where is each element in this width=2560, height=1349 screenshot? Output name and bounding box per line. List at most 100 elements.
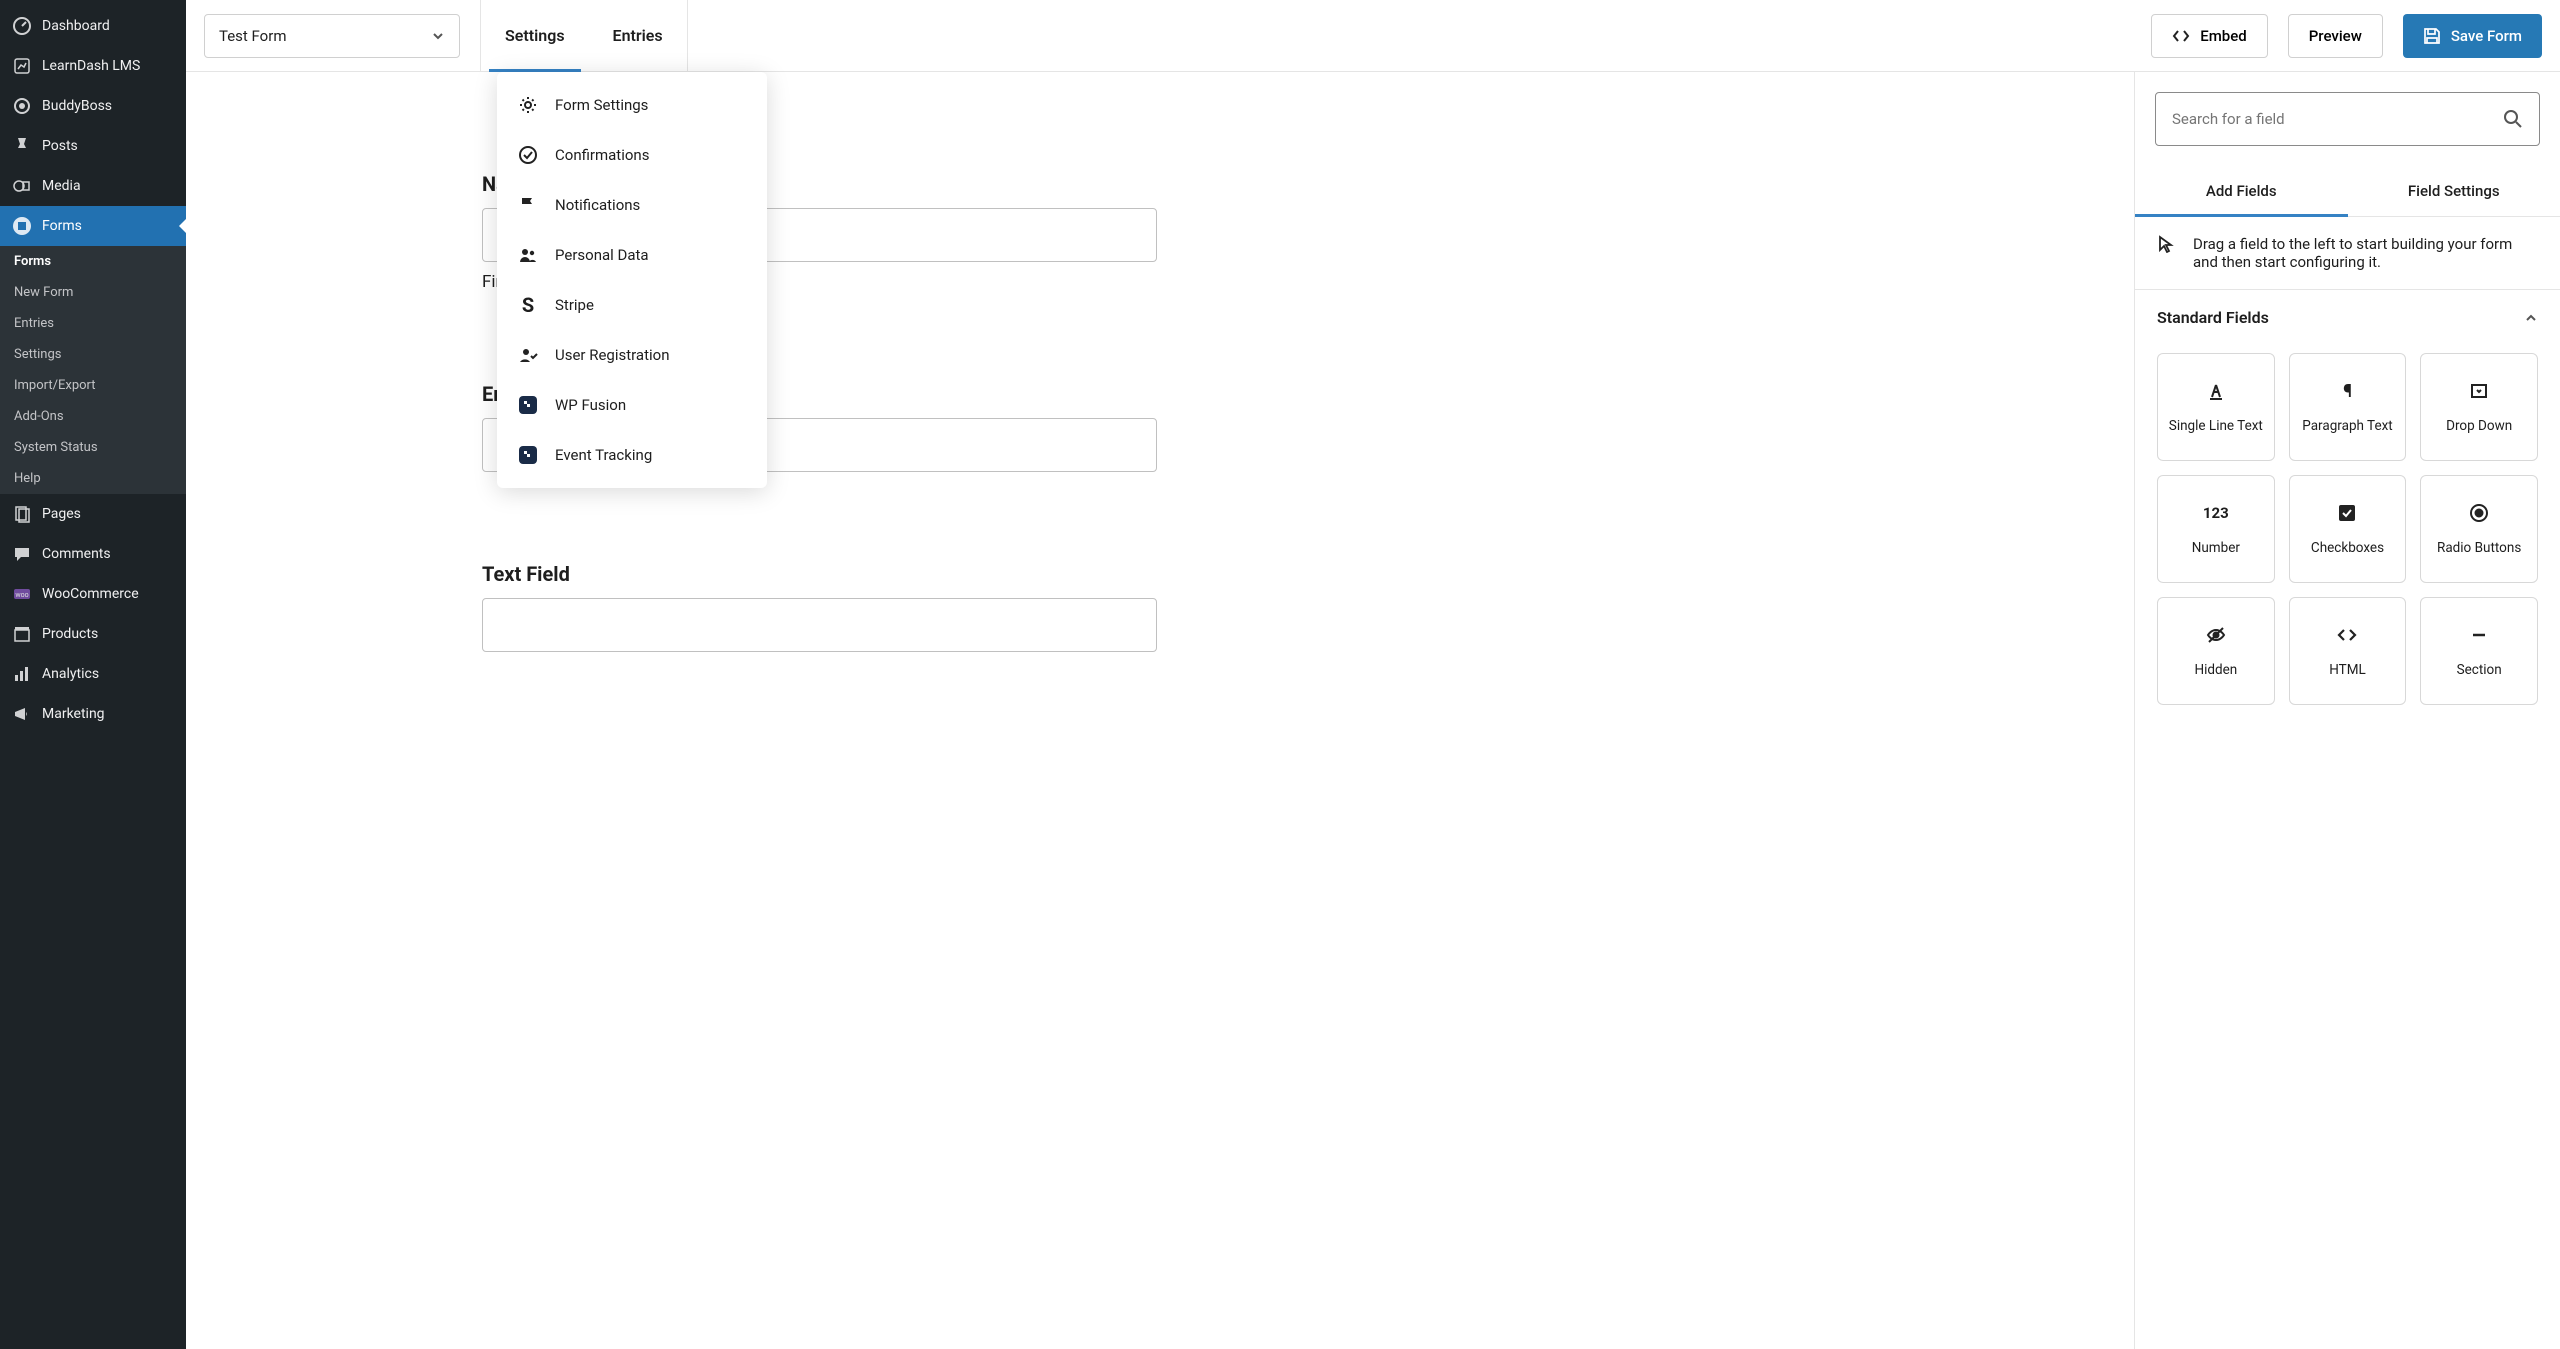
tile-radio-buttons[interactable]: Radio Buttons: [2420, 475, 2538, 583]
submenu-addons[interactable]: Add-Ons: [0, 401, 186, 432]
tile-label: Single Line Text: [2169, 418, 2263, 434]
pin-icon: [12, 136, 32, 156]
marketing-icon: [12, 704, 32, 724]
topbar: Test Form Settings Entries Embed Preview…: [186, 0, 2560, 72]
tile-drop-down[interactable]: Drop Down: [2420, 353, 2538, 461]
tab-entries[interactable]: Entries: [589, 0, 687, 72]
text-input[interactable]: [482, 598, 1157, 652]
dd-personal-data[interactable]: Personal Data: [497, 230, 767, 280]
save-form-button[interactable]: Save Form: [2403, 14, 2542, 58]
dd-label: User Registration: [555, 346, 670, 364]
tab-add-fields[interactable]: Add Fields: [2135, 166, 2348, 216]
tab-field-settings[interactable]: Field Settings: [2348, 166, 2560, 216]
editor-tabs: Settings Entries: [480, 0, 688, 72]
tab-settings[interactable]: Settings: [481, 0, 589, 72]
tile-label: Drop Down: [2446, 418, 2512, 434]
submenu-system-status[interactable]: System Status: [0, 432, 186, 463]
forms-icon: [12, 216, 32, 236]
field-text[interactable]: Text Field: [482, 562, 2074, 652]
submenu-entries[interactable]: Entries: [0, 308, 186, 339]
dashboard-icon: [12, 16, 32, 36]
number-icon: 123: [2205, 502, 2227, 524]
tile-hidden[interactable]: Hidden: [2157, 597, 2275, 705]
sidebar-item-buddyboss[interactable]: BuddyBoss: [0, 86, 186, 126]
sidebar-label: Marketing: [42, 706, 105, 722]
sidebar-item-learndash[interactable]: LearnDash LMS: [0, 46, 186, 86]
chevron-down-icon: [431, 29, 445, 43]
hidden-icon: [2205, 624, 2227, 646]
sidebar-item-analytics[interactable]: Analytics: [0, 654, 186, 694]
sidebar-label: BuddyBoss: [42, 98, 112, 114]
sidebar-item-dashboard[interactable]: Dashboard: [0, 6, 186, 46]
save-icon: [2423, 27, 2441, 45]
stripe-icon: S: [517, 294, 539, 316]
embed-label: Embed: [2200, 27, 2246, 45]
buddyboss-icon: [12, 96, 32, 116]
sidebar-item-products[interactable]: Products: [0, 614, 186, 654]
check-circle-icon: [517, 144, 539, 166]
embed-button[interactable]: Embed: [2151, 14, 2267, 58]
paragraph-icon: ¶: [2336, 380, 2358, 402]
dd-label: Stripe: [555, 296, 594, 314]
tile-checkboxes[interactable]: Checkboxes: [2289, 475, 2407, 583]
sidebar-label: WooCommerce: [42, 586, 139, 602]
preview-button[interactable]: Preview: [2288, 14, 2383, 58]
tile-label: Paragraph Text: [2302, 418, 2392, 434]
form-selector[interactable]: Test Form: [204, 14, 460, 58]
gear-icon: [517, 94, 539, 116]
text-icon: [2205, 380, 2227, 402]
preview-label: Preview: [2309, 27, 2362, 45]
search-input[interactable]: [2172, 110, 2493, 128]
field-grid: Single Line Text ¶ Paragraph Text Drop D…: [2135, 345, 2560, 727]
dd-event-tracking[interactable]: Event Tracking: [497, 430, 767, 480]
dd-confirmations[interactable]: Confirmations: [497, 130, 767, 180]
submenu-help[interactable]: Help: [0, 463, 186, 494]
learndash-icon: [12, 56, 32, 76]
pages-icon: [12, 504, 32, 524]
sidebar-item-woocommerce[interactable]: woo WooCommerce: [0, 574, 186, 614]
dd-label: Notifications: [555, 196, 640, 214]
sidebar-item-forms[interactable]: Forms: [0, 206, 186, 246]
sidebar-label: LearnDash LMS: [42, 58, 140, 74]
dd-stripe[interactable]: S Stripe: [497, 280, 767, 330]
sidebar-item-comments[interactable]: Comments: [0, 534, 186, 574]
submenu-new-form[interactable]: New Form: [0, 277, 186, 308]
radio-icon: [2468, 502, 2490, 524]
section-icon: [2468, 624, 2490, 646]
form-selector-label: Test Form: [219, 27, 286, 45]
tile-html[interactable]: HTML: [2289, 597, 2407, 705]
tile-number[interactable]: 123 Number: [2157, 475, 2275, 583]
dd-notifications[interactable]: Notifications: [497, 180, 767, 230]
dd-label: Personal Data: [555, 246, 649, 264]
dd-form-settings[interactable]: Form Settings: [497, 80, 767, 130]
dropdown-icon: [2468, 380, 2490, 402]
dd-wp-fusion[interactable]: WP Fusion: [497, 380, 767, 430]
code-icon: [2172, 27, 2190, 45]
dd-label: Event Tracking: [555, 446, 652, 464]
tile-label: Number: [2192, 540, 2240, 556]
tile-label: Section: [2457, 662, 2502, 678]
sidebar-label: Analytics: [42, 666, 99, 682]
checkbox-icon: [2336, 502, 2358, 524]
submenu-forms[interactable]: Forms: [0, 246, 186, 277]
sidebar-label: Media: [42, 178, 81, 194]
woo-icon: woo: [12, 584, 32, 604]
field-search[interactable]: [2155, 92, 2540, 146]
comments-icon: [12, 544, 32, 564]
submenu-settings[interactable]: Settings: [0, 339, 186, 370]
sidebar-label: Posts: [42, 138, 78, 154]
tile-label: Radio Buttons: [2437, 540, 2521, 556]
sidebar-item-marketing[interactable]: Marketing: [0, 694, 186, 734]
tile-section[interactable]: Section: [2420, 597, 2538, 705]
sidebar-item-media[interactable]: Media: [0, 166, 186, 206]
sidebar-label: Pages: [42, 506, 81, 522]
sidebar-item-posts[interactable]: Posts: [0, 126, 186, 166]
tile-single-line-text[interactable]: Single Line Text: [2157, 353, 2275, 461]
section-standard-fields[interactable]: Standard Fields: [2135, 290, 2560, 345]
chevron-up-icon: [2524, 311, 2538, 325]
sidebar-item-pages[interactable]: Pages: [0, 494, 186, 534]
tile-paragraph-text[interactable]: ¶ Paragraph Text: [2289, 353, 2407, 461]
submenu-import-export[interactable]: Import/Export: [0, 370, 186, 401]
products-icon: [12, 624, 32, 644]
dd-user-registration[interactable]: User Registration: [497, 330, 767, 380]
